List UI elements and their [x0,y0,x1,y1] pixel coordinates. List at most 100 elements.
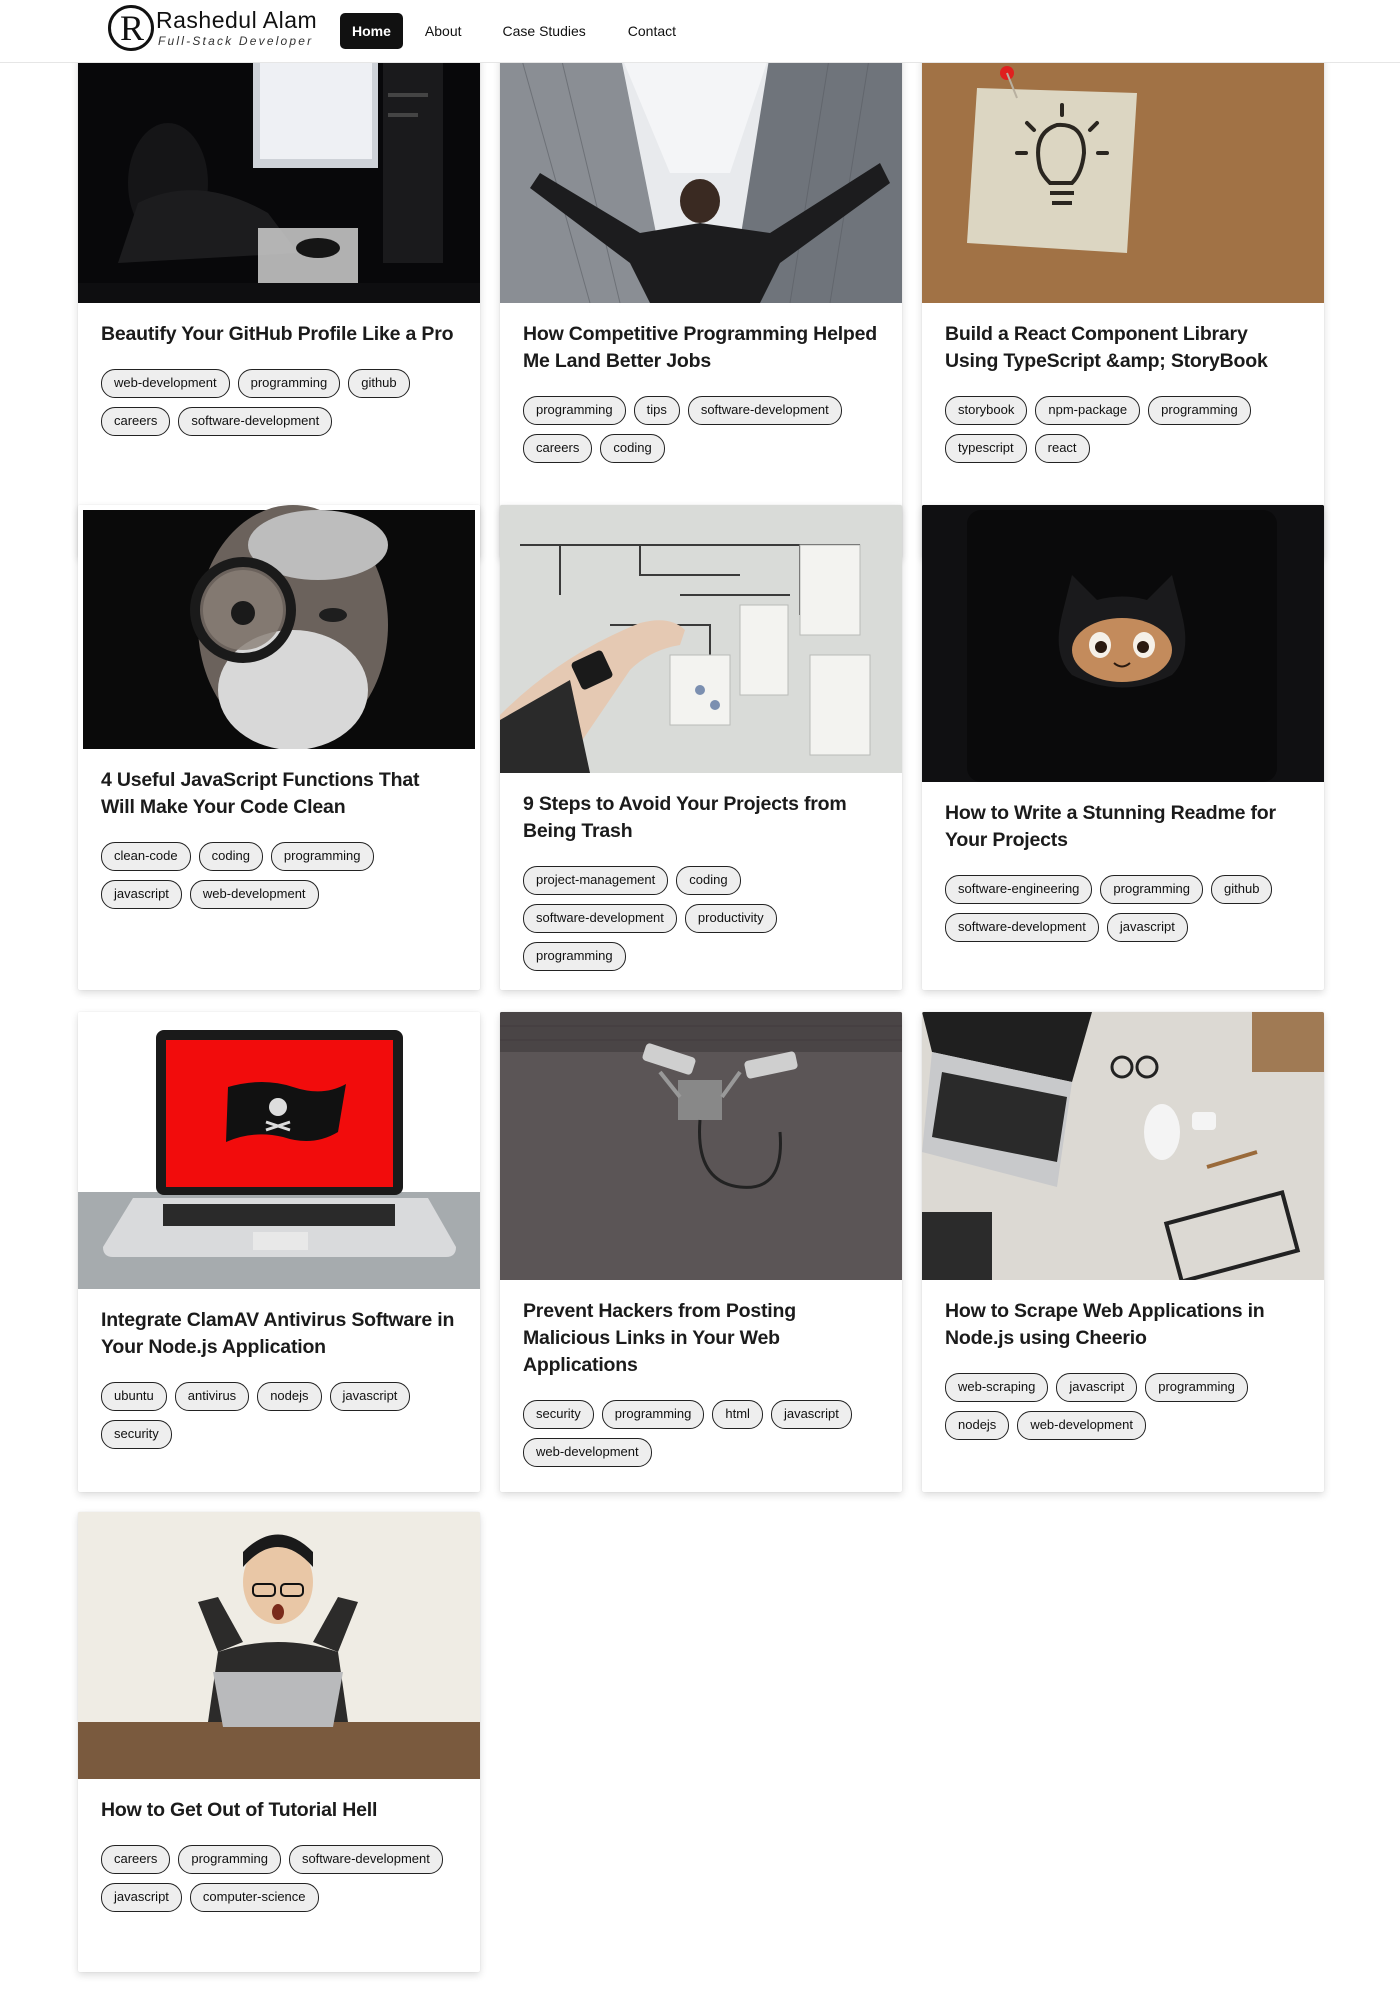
tag-chip[interactable]: programming [237,369,341,398]
tag-chip[interactable]: careers [523,434,593,463]
nav-about-link[interactable]: About [413,13,474,49]
post-card[interactable]: Beautify Your GitHub Profile Like a Pro … [78,53,480,558]
tag-chip[interactable]: web-development [101,369,230,398]
post-title[interactable]: 9 Steps to Avoid Your Projects from Bein… [523,791,880,845]
post-card[interactable]: 9 Steps to Avoid Your Projects from Bein… [500,505,902,990]
tag-chip[interactable]: nodejs [945,1411,1010,1440]
tag-chip[interactable]: nodejs [257,1382,322,1411]
tag-chip[interactable]: web-development [189,880,319,909]
post-title[interactable]: Prevent Hackers from Posting Malicious L… [523,1298,880,1379]
post-thumbnail[interactable] [922,505,1324,782]
post-thumbnail[interactable] [500,505,902,773]
tag-chip[interactable]: software-development [178,407,333,436]
brand-logo[interactable]: R Rashedul Alam Full-Stack Developer [108,4,318,54]
post-thumbnail[interactable] [500,53,902,303]
tag-chip[interactable]: software-development [945,913,1099,942]
post-title[interactable]: 4 Useful JavaScript Functions That Will … [101,767,458,821]
tag-list: clean-code coding programming javascript… [101,842,458,909]
post-title[interactable]: How to Scrape Web Applications in Node.j… [945,1298,1302,1352]
tag-chip[interactable]: programming [523,942,626,971]
tag-chip[interactable]: software-development [687,396,842,425]
laptop-pirate-flag-photo [78,1012,480,1289]
shocked-man-laptop-photo [78,1512,480,1779]
post-thumbnail[interactable] [922,53,1324,303]
tag-chip[interactable]: software-engineering [945,875,1093,904]
tag-chip[interactable]: javascript [101,1883,182,1912]
old-man-magnifying-glass-photo [78,505,480,749]
post-title[interactable]: Beautify Your GitHub Profile Like a Pro [101,321,458,348]
post-title[interactable]: Integrate ClamAV Antivirus Software in Y… [101,1307,458,1361]
tag-chip[interactable]: computer-science [189,1883,319,1912]
tag-chip[interactable]: coding [198,842,263,871]
tag-chip[interactable]: programming [1100,875,1203,904]
tag-chip[interactable]: web-scraping [945,1373,1049,1402]
tag-list: programming tips software-development ca… [523,396,880,463]
tag-chip[interactable]: javascript [329,1382,411,1411]
tag-chip[interactable]: web-development [1017,1411,1146,1440]
tag-chip[interactable]: programming [601,1400,705,1429]
tag-list: project-management coding software-devel… [523,866,880,971]
tag-chip[interactable]: javascript [101,880,182,909]
post-card[interactable]: 4 Useful JavaScript Functions That Will … [78,505,480,990]
post-thumbnail[interactable] [78,505,480,749]
tag-chip[interactable]: software-development [288,1845,443,1874]
tag-chip[interactable]: ubuntu [101,1382,167,1411]
post-title[interactable]: How to Get Out of Tutorial Hell [101,1797,458,1824]
tag-chip[interactable]: javascript [1056,1373,1138,1402]
tag-chip[interactable]: clean-code [101,842,191,871]
security-cameras-wall-photo [500,1012,902,1280]
post-thumbnail[interactable] [78,1012,480,1289]
tag-chip[interactable]: coding [676,866,741,895]
tag-chip[interactable]: react [1034,434,1090,463]
nav-home-link[interactable]: Home [340,13,403,49]
post-thumbnail[interactable] [922,1012,1324,1280]
tag-chip[interactable]: careers [101,1845,171,1874]
tag-chip[interactable]: programming [1145,1373,1248,1402]
tag-chip[interactable]: programming [1148,396,1251,425]
post-title[interactable]: How to Write a Stunning Readme for Your … [945,800,1302,854]
tag-chip[interactable]: careers [101,407,171,436]
tag-chip[interactable]: github [1211,875,1273,904]
tag-chip[interactable]: web-development [523,1438,652,1467]
tag-list: web-scraping javascript programming node… [945,1373,1302,1440]
post-card[interactable]: How Competitive Programming Helped Me La… [500,53,902,558]
post-card[interactable]: Integrate ClamAV Antivirus Software in Y… [78,1012,480,1492]
tag-chip[interactable]: project-management [523,866,669,895]
tag-chip[interactable]: javascript [770,1400,852,1429]
tag-chip[interactable]: typescript [945,434,1027,463]
post-title[interactable]: Build a React Component Library Using Ty… [945,321,1302,375]
laptop-desk-flatlay-photo [922,1012,1324,1280]
tag-chip[interactable]: programming [178,1845,281,1874]
post-thumbnail[interactable] [78,1512,480,1779]
tag-chip[interactable]: programming [270,842,374,871]
man-arms-raised-skyscrapers-photo [500,53,902,303]
brand-name: Rashedul Alam [156,7,318,33]
nav-case-studies-link[interactable]: Case Studies [491,13,598,49]
tag-chip[interactable]: npm-package [1035,396,1141,425]
tag-chip[interactable]: javascript [1106,913,1188,942]
post-card[interactable]: How to Write a Stunning Readme for Your … [922,505,1324,990]
post-title[interactable]: How Competitive Programming Helped Me La… [523,321,880,375]
post-card[interactable]: Prevent Hackers from Posting Malicious L… [500,1012,902,1492]
dark-desk-monitor-photo [78,53,480,303]
tag-chip[interactable]: security [523,1400,594,1429]
post-thumbnail[interactable] [78,53,480,303]
tag-chip[interactable]: storybook [945,396,1028,425]
tag-chip[interactable]: antivirus [174,1382,250,1411]
tag-chip[interactable]: programming [523,396,626,425]
tag-chip[interactable]: software-development [523,904,677,933]
post-card[interactable]: How to Get Out of Tutorial Hell careers … [78,1512,480,1972]
tag-chip[interactable]: coding [600,434,665,463]
tag-list: careers programming software-development… [101,1845,458,1912]
nav-contact-link[interactable]: Contact [616,13,688,49]
tag-chip[interactable]: tips [633,396,680,425]
tag-chip[interactable]: productivity [684,904,777,933]
brand-tagline: Full-Stack Developer [158,34,314,48]
tag-chip[interactable]: github [348,369,410,398]
tag-chip[interactable]: html [712,1400,763,1429]
post-card[interactable]: How to Scrape Web Applications in Node.j… [922,1012,1324,1492]
octocat-toy-photo [922,505,1324,782]
tag-chip[interactable]: security [101,1420,172,1449]
post-card[interactable]: Build a React Component Library Using Ty… [922,53,1324,558]
post-thumbnail[interactable] [500,1012,902,1280]
